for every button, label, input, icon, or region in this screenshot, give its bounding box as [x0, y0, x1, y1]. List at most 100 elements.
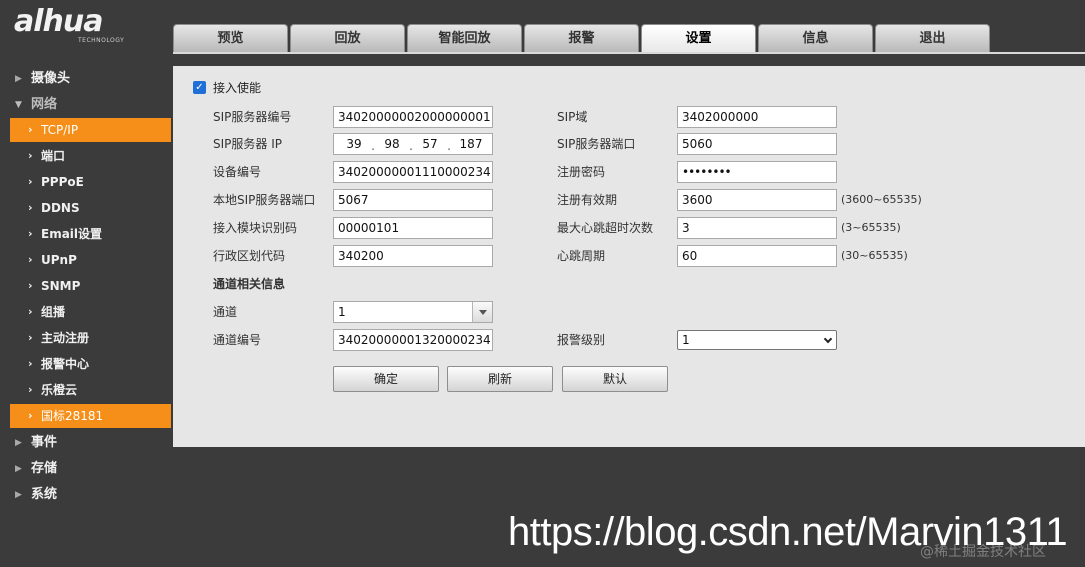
enable-access-label: 接入使能: [213, 81, 262, 95]
chevron-right-icon: ›: [28, 149, 33, 162]
device-id-input[interactable]: 34020000001110000234: [333, 161, 493, 183]
sidebar-item-label: DDNS: [41, 201, 80, 215]
sidebar-item-pppoe[interactable]: › PPPoE: [0, 170, 173, 194]
tab-info[interactable]: 信息: [758, 24, 873, 52]
channel-label: 通道: [213, 305, 238, 319]
caret-right-icon: ▶: [15, 464, 22, 474]
sidebar-item-auto-register[interactable]: › 主动注册: [0, 326, 173, 350]
sidebar-item-email[interactable]: › Email设置: [0, 222, 173, 246]
tab-preview[interactable]: 预览: [173, 24, 288, 52]
sidebar-item-upnp[interactable]: › UPnP: [0, 248, 173, 272]
chevron-right-icon: ›: [28, 331, 33, 344]
logo-subtext: TECHNOLOGY: [78, 37, 125, 44]
sidebar-item-port[interactable]: › 端口: [0, 144, 173, 168]
sidebar-item-label: 端口: [41, 149, 66, 163]
sidebar-item-label: SNMP: [41, 279, 81, 293]
chevron-right-icon: ›: [28, 123, 33, 136]
chevron-right-icon: ›: [28, 383, 33, 396]
caret-right-icon: ▶: [15, 490, 22, 500]
sidebar-item-camera[interactable]: ▶ 摄像头: [0, 67, 173, 91]
caret-down-icon: ▼: [15, 100, 22, 110]
sidebar-item-event[interactable]: ▶ 事件: [0, 431, 173, 455]
module-id-input[interactable]: 00000101: [333, 217, 493, 239]
module-id-label: 接入模块识别码: [213, 221, 298, 235]
sidebar-item-system[interactable]: ▶ 系统: [0, 483, 173, 507]
sidebar-item-label: PPPoE: [41, 175, 84, 189]
sip-server-id-input[interactable]: 34020000002000000001: [333, 106, 493, 128]
sidebar-item-ddns[interactable]: › DDNS: [0, 196, 173, 220]
tab-logout[interactable]: 退出: [875, 24, 990, 52]
sidebar-item-imou-cloud[interactable]: › 乐橙云: [0, 378, 173, 402]
sidebar-item-network[interactable]: ▼ 网络: [0, 93, 173, 117]
chevron-right-icon: ›: [28, 175, 33, 188]
sidebar-item-label: 摄像头: [31, 71, 71, 86]
sidebar-item-label: UPnP: [41, 253, 77, 267]
alarm-level-value: 1: [682, 333, 690, 347]
gb28181-settings-panel: ✓ 接入使能 SIP服务器编号 34020000002000000001 SIP…: [173, 66, 1085, 447]
register-validity-input[interactable]: 3600: [677, 189, 837, 211]
ip-dot: .: [409, 139, 413, 153]
sidebar-item-label: 组播: [41, 305, 66, 319]
register-password-label: 注册密码: [557, 165, 606, 179]
sidebar-item-label: 报警中心: [41, 357, 90, 371]
heartbeat-period-range: (30~65535): [841, 249, 908, 262]
max-heartbeat-timeout-input[interactable]: 3: [677, 217, 837, 239]
tab-settings[interactable]: 设置: [641, 24, 756, 52]
sidebar-item-label: TCP/IP: [41, 123, 79, 137]
tab-playback[interactable]: 回放: [290, 24, 405, 52]
sidebar-item-multicast[interactable]: › 组播: [0, 300, 173, 324]
register-validity-label: 注册有效期: [557, 193, 618, 207]
sidebar-item-snmp[interactable]: › SNMP: [0, 274, 173, 298]
sidebar-item-label: 主动注册: [41, 331, 90, 345]
chevron-right-icon: ›: [28, 279, 33, 292]
channel-id-input[interactable]: 34020000001320000234: [333, 329, 493, 351]
heartbeat-period-input[interactable]: 60: [677, 245, 837, 267]
channel-id-label: 通道编号: [213, 333, 262, 347]
caret-right-icon: ▶: [15, 438, 22, 448]
register-validity-range: (3600~65535): [841, 193, 922, 206]
ip-dot: .: [371, 139, 375, 153]
sidebar-item-label: 系统: [31, 487, 58, 502]
chevron-right-icon: ›: [28, 227, 33, 240]
nav-divider: [173, 52, 1085, 54]
ip-octet-3[interactable]: 57: [415, 135, 445, 153]
sidebar-item-label: 事件: [31, 435, 58, 450]
sip-domain-input[interactable]: 3402000000: [677, 106, 837, 128]
sidebar-item-alarm-center[interactable]: › 报警中心: [0, 352, 173, 376]
refresh-button[interactable]: 刷新: [447, 366, 553, 392]
ip-dot: .: [447, 139, 451, 153]
region-code-label: 行政区划代码: [213, 249, 286, 263]
sidebar: ▶ 摄像头 ▼ 网络 › TCP/IP › 端口 › PPPoE › DDNS …: [0, 66, 173, 567]
sidebar-item-label: Email设置: [41, 227, 103, 241]
dropdown-arrow-icon[interactable]: [472, 302, 492, 322]
chevron-down-icon: [823, 334, 833, 344]
sidebar-item-label: 网络: [31, 97, 58, 112]
alarm-level-select[interactable]: 1: [677, 330, 837, 350]
channel-select[interactable]: 1: [333, 301, 493, 323]
sidebar-item-storage[interactable]: ▶ 存储: [0, 457, 173, 481]
ok-button[interactable]: 确定: [333, 366, 439, 392]
ip-octet-4[interactable]: 187: [456, 135, 486, 153]
sidebar-item-tcpip[interactable]: › TCP/IP: [10, 118, 171, 142]
ip-octet-2[interactable]: 98: [377, 135, 407, 153]
sip-server-port-input[interactable]: 5060: [677, 133, 837, 155]
community-watermark: @稀土掘金技术社区: [920, 544, 1046, 560]
ip-octet-1[interactable]: 39: [339, 135, 369, 153]
sip-domain-label: SIP域: [557, 110, 588, 124]
enable-access-checkbox[interactable]: ✓: [193, 81, 206, 94]
chevron-right-icon: ›: [28, 201, 33, 214]
sidebar-item-label: 存储: [31, 461, 58, 476]
tab-smart-playback[interactable]: 智能回放: [407, 24, 522, 52]
tab-alarm[interactable]: 报警: [524, 24, 639, 52]
default-button[interactable]: 默认: [562, 366, 668, 392]
chevron-right-icon: ›: [28, 357, 33, 370]
sidebar-item-gb28181[interactable]: › 国标28181: [10, 404, 171, 428]
region-code-input[interactable]: 340200: [333, 245, 493, 267]
sip-server-port-label: SIP服务器端口: [557, 137, 636, 151]
max-heartbeat-timeout-range: (3~65535): [841, 221, 901, 234]
chevron-right-icon: ›: [28, 409, 33, 422]
local-sip-port-label: 本地SIP服务器端口: [213, 193, 316, 207]
register-password-input[interactable]: ••••••••: [677, 161, 837, 183]
sip-server-ip-input[interactable]: 39 . 98 . 57 . 187: [333, 133, 493, 155]
local-sip-port-input[interactable]: 5067: [333, 189, 493, 211]
